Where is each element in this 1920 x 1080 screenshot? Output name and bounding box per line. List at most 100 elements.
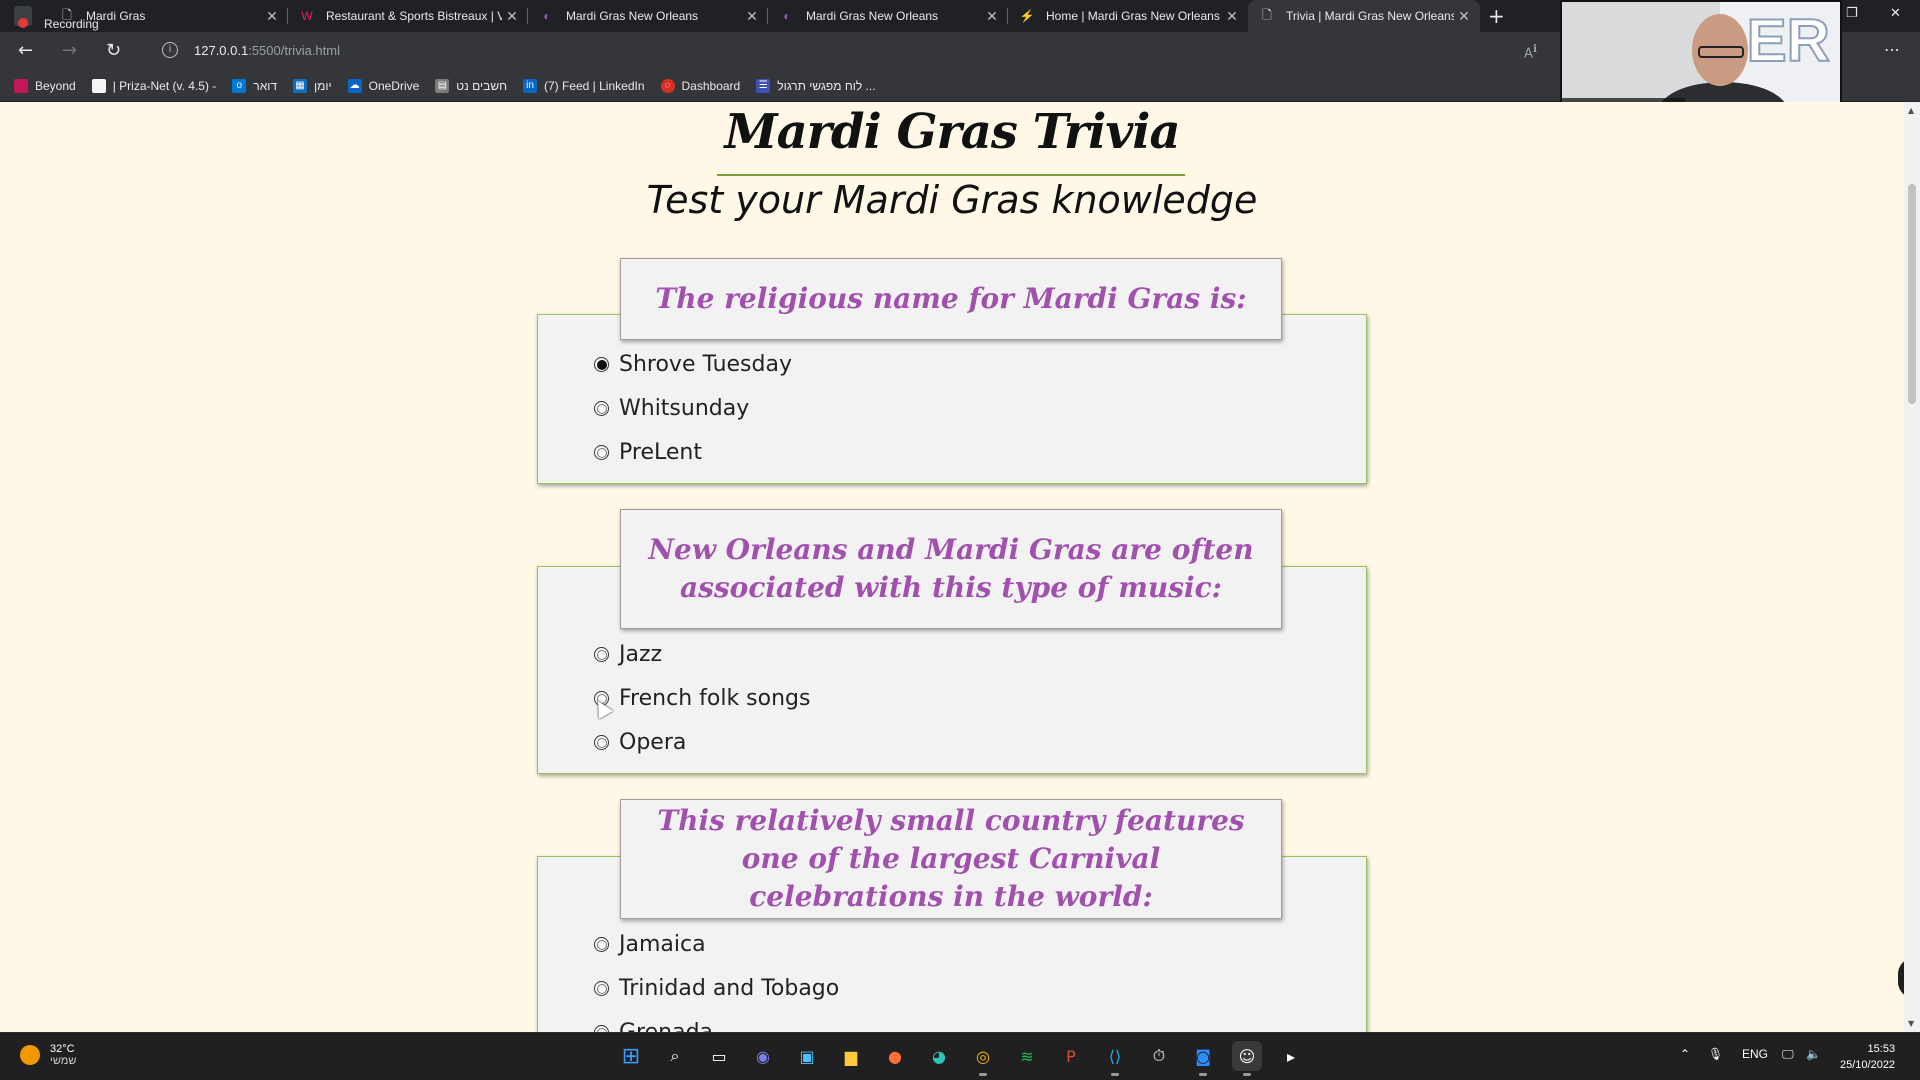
bookmark-calendar[interactable]: ▦ יומן <box>293 78 332 93</box>
firefox-icon[interactable]: ● <box>880 1041 910 1071</box>
close-icon[interactable]: ✕ <box>502 8 522 25</box>
terminal-icon[interactable]: ▸ <box>1276 1041 1306 1071</box>
language-indicator[interactable]: ENG <box>1742 1047 1768 1061</box>
option-label: Grenada <box>619 1020 713 1032</box>
windows-start-icon[interactable]: ⊞ <box>616 1041 646 1071</box>
bookmark-dashboard[interactable]: ◌ Dashboard <box>660 78 740 93</box>
close-icon[interactable]: ✕ <box>1222 8 1242 25</box>
list-icon: ☰ <box>756 78 771 93</box>
option-shrove-tuesday[interactable]: Shrove Tuesday <box>594 352 792 377</box>
read-aloud-icon[interactable]: Aℹ <box>1524 42 1537 61</box>
tab-mardi-gras-new-orleans-1[interactable]: ◐ Mardi Gras New Orleans ✕ <box>528 0 768 32</box>
option-jazz[interactable]: Jazz <box>594 642 662 667</box>
user-avatar-icon[interactable]: ☺ <box>1232 1041 1262 1076</box>
tab-title: Home | Mardi Gras New Orleans <box>1046 9 1220 23</box>
dashboard-icon: ◌ <box>660 78 675 93</box>
option-label: PreLent <box>619 440 702 465</box>
option-opera[interactable]: Opera <box>594 730 686 755</box>
reload-icon[interactable]: ↻ <box>106 40 121 61</box>
weather-widget[interactable]: 32°C שמשי <box>20 1043 76 1067</box>
tab-restaurant[interactable]: W Restaurant & Sports Bistreaux | V ✕ <box>288 0 528 32</box>
task-view-icon[interactable]: ▭ <box>704 1041 734 1071</box>
radio-button[interactable] <box>594 981 609 996</box>
vscode-icon[interactable]: ⟨⟩ <box>1100 1041 1130 1076</box>
tab-title: Mardi Gras New Orleans <box>566 9 699 23</box>
search-icon[interactable]: ⌕ <box>660 1041 690 1071</box>
radio-button[interactable] <box>594 735 609 750</box>
url-field[interactable]: i 127.0.0.1:5500/trivia.html <box>148 36 1548 66</box>
bookmark-hashavim[interactable]: ▤ חשבים נט <box>435 78 507 93</box>
system-clock[interactable]: 15:53 25/10/2022 <box>1840 1041 1895 1073</box>
option-grenada[interactable]: Grenada <box>594 1020 713 1032</box>
page-subtitle: Test your Mardi Gras knowledge <box>646 178 1258 222</box>
close-icon[interactable]: ✕ <box>262 8 282 25</box>
option-prelent[interactable]: PreLent <box>594 440 702 465</box>
vertical-scrollbar[interactable]: ▲ ▼ <box>1904 102 1920 1032</box>
calendar-icon: ▦ <box>293 78 307 93</box>
edge-icon[interactable]: ◕ <box>924 1041 954 1071</box>
powerpoint-icon[interactable]: P <box>1056 1041 1086 1071</box>
bookmark-icon <box>91 78 106 93</box>
sun-icon <box>20 1045 40 1065</box>
tab-home-mardi-gras[interactable]: ⚡ Home | Mardi Gras New Orleans ✕ <box>1008 0 1248 32</box>
microphone-icon[interactable]: 🎙 <box>1708 1047 1723 1061</box>
bookmark-practice-board[interactable]: ☰ לוח מפגשי תרגול ... <box>756 78 876 93</box>
option-label: Jazz <box>619 642 663 667</box>
url-text: 127.0.0.1:5500/trivia.html <box>194 43 340 58</box>
volume-icon[interactable]: 🔈 <box>1806 1047 1821 1061</box>
close-icon[interactable]: ✕ <box>982 8 1002 25</box>
restore-window-icon[interactable]: ❐ <box>1846 6 1858 21</box>
radio-button[interactable] <box>594 1025 609 1032</box>
back-icon[interactable]: ← <box>18 40 33 61</box>
bookmark-mail[interactable]: o דואר <box>232 78 277 93</box>
close-window-icon[interactable]: ✕ <box>1890 6 1901 21</box>
scrollbar-thumb[interactable] <box>1908 184 1916 404</box>
chrome-icon[interactable]: ◎ <box>968 1041 998 1076</box>
close-icon[interactable]: ✕ <box>1454 8 1474 25</box>
radio-button[interactable] <box>594 937 609 952</box>
bolt-icon: ⚡ <box>1019 9 1035 23</box>
page-viewport: Mardi Gras Trivia Test your Mardi Gras k… <box>0 102 1904 1032</box>
recording-icon[interactable] <box>14 6 32 28</box>
restaurant-icon: W <box>301 9 313 23</box>
store-icon[interactable]: ▣ <box>792 1041 822 1071</box>
new-tab-icon[interactable]: + <box>1488 4 1505 28</box>
bookmark-beyond[interactable]: Beyond <box>14 78 76 93</box>
bookmark-linkedin[interactable]: in (7) Feed | LinkedIn <box>523 78 645 93</box>
cloud-icon: ☁ <box>347 78 362 93</box>
site-info-icon[interactable]: i <box>162 42 178 58</box>
bookmark-priza-net[interactable]: | Priza-Net (v. 4.5) - <box>91 78 216 93</box>
radio-button[interactable] <box>594 647 609 662</box>
tab-trivia[interactable]: 🗋 Trivia | Mardi Gras New Orleans ✕ <box>1248 0 1480 32</box>
zoom-icon[interactable]: ◙ <box>1188 1041 1218 1076</box>
mask-icon: ◐ <box>543 9 551 23</box>
tray-expand-icon[interactable]: ⌃ <box>1680 1047 1690 1061</box>
spotify-icon[interactable]: ≋ <box>1012 1041 1042 1071</box>
radio-button[interactable] <box>594 401 609 416</box>
file-explorer-icon[interactable]: ▆ <box>836 1041 866 1071</box>
option-french-folk-songs[interactable]: French folk songs <box>594 686 810 711</box>
option-label: Whitsunday <box>619 396 750 421</box>
timer-icon[interactable]: ⏱ <box>1144 1041 1174 1071</box>
network-icon[interactable]: 🖵 <box>1782 1047 1794 1062</box>
scroll-up-icon[interactable]: ▲ <box>1908 106 1914 115</box>
radio-button[interactable] <box>594 357 609 372</box>
tab-mardi-gras-new-orleans-2[interactable]: ◐ Mardi Gras New Orleans ✕ <box>768 0 1008 32</box>
option-jamaica[interactable]: Jamaica <box>594 932 706 957</box>
option-trinidad-and-tobago[interactable]: Trinidad and Tobago <box>594 976 839 1001</box>
scroll-down-icon[interactable]: ▼ <box>1908 1019 1914 1028</box>
page-icon: 🗋 <box>1262 7 1272 22</box>
option-whitsunday[interactable]: Whitsunday <box>594 396 749 421</box>
teams-chat-icon[interactable]: ◉ <box>748 1041 778 1071</box>
more-menu-icon[interactable]: ⋯ <box>1884 40 1900 59</box>
forward-icon[interactable]: → <box>62 40 77 61</box>
bookmark-onedrive[interactable]: ☁ OneDrive <box>347 78 419 93</box>
radio-button[interactable] <box>594 445 609 460</box>
weather-temperature: 32°C <box>50 1043 75 1055</box>
outlook-icon: o <box>232 78 247 93</box>
close-icon[interactable]: ✕ <box>742 8 762 25</box>
option-label: Shrove Tuesday <box>619 352 792 377</box>
linkedin-icon: in <box>523 78 537 93</box>
clock-time: 15:53 <box>1867 1043 1896 1055</box>
tab-mardi-gras[interactable]: 🗋 Mardi Gras ✕ <box>48 0 288 32</box>
